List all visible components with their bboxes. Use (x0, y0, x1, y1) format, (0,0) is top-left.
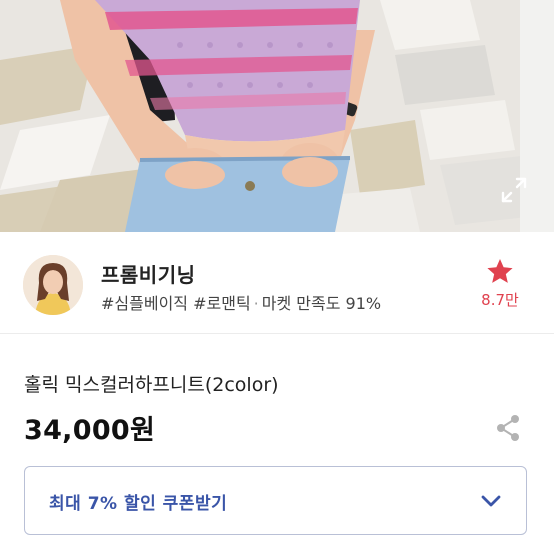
share-button[interactable] (495, 414, 521, 442)
coupon-button[interactable]: 최대 7% 할인 쿠폰받기 (24, 466, 527, 535)
favorite-count: 8.7만 (481, 291, 519, 309)
tag-separator: · (253, 294, 259, 313)
coupon-label: 최대 7% 할인 쿠폰받기 (49, 494, 228, 514)
avatar-image (23, 255, 83, 315)
product-image[interactable] (0, 0, 554, 232)
market-satisfaction: 마켓 만족도 91% (261, 294, 382, 313)
seller-name[interactable]: 프롬비기닝 (101, 259, 196, 288)
star-icon (487, 259, 513, 283)
expand-image-button[interactable] (500, 176, 528, 204)
chevron-down-icon (481, 495, 501, 507)
product-photo-illustration (0, 0, 554, 232)
expand-icon (501, 177, 527, 203)
seller-tags: #심플베이직 #로맨틱 · 마켓 만족도 91% (101, 290, 381, 314)
product-price: 34,000원 (24, 415, 156, 446)
favorite-button[interactable]: 8.7만 (476, 258, 524, 310)
product-title: 홀릭 믹스컬러하프니트(2color) (24, 374, 279, 396)
share-icon (497, 415, 519, 441)
seller-hashtags: #심플베이직 #로맨틱 (101, 294, 251, 313)
seller-avatar[interactable] (23, 255, 83, 315)
seller-info[interactable]: 프롬비기닝 #심플베이직 #로맨틱 · 마켓 만족도 91% 8.7만 (0, 232, 554, 334)
